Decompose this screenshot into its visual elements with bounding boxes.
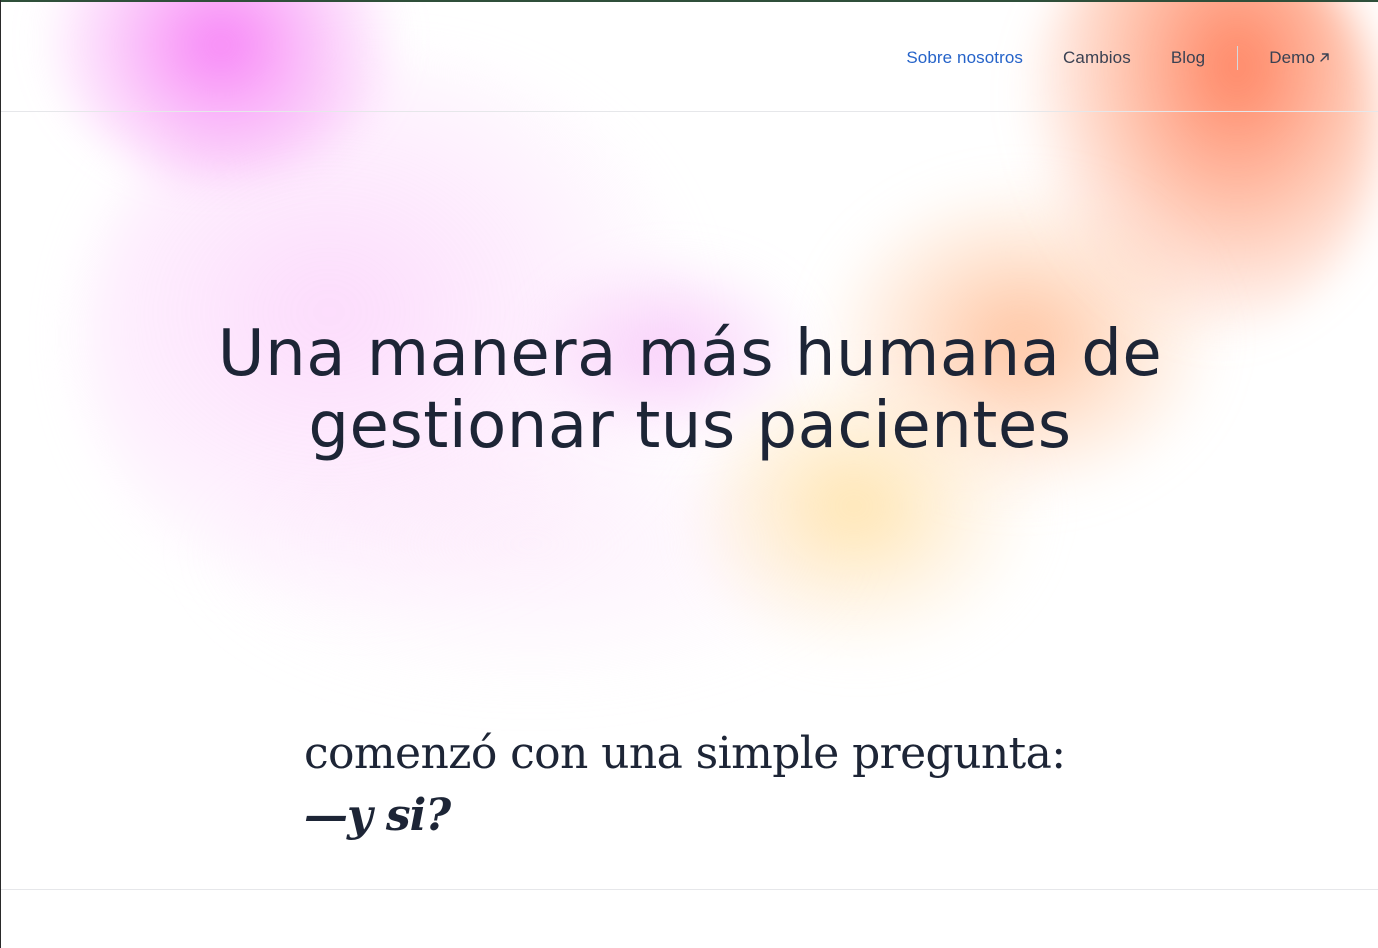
nav-divider [1237, 46, 1239, 70]
top-strip [1, 0, 1378, 2]
site-header: Sobre nosotros Cambios Blog Demo [1, 2, 1378, 112]
nav-link-changes[interactable]: Cambios [1063, 48, 1131, 68]
intro-quote: comenzó con una simple pregunta: —y si? [304, 724, 1066, 848]
section-divider [1, 889, 1378, 890]
nav-link-blog[interactable]: Blog [1171, 48, 1205, 68]
arrow-up-right-icon [1320, 52, 1329, 62]
page: Sobre nosotros Cambios Blog Demo Una man… [0, 0, 1378, 948]
gradient-soft-blob [181, 440, 881, 700]
hero-title-line1: Una manera más humana de [217, 317, 1163, 391]
quote-line2: —y si? [304, 790, 451, 841]
nav-link-about[interactable]: Sobre nosotros [906, 48, 1023, 68]
hero-title-line2: gestionar tus pacientes [308, 389, 1072, 463]
quote-line1: comenzó con una simple pregunta: [304, 728, 1066, 779]
hero-title: Una manera más humana de gestionar tus p… [1, 318, 1378, 462]
main-nav: Sobre nosotros Cambios Blog Demo [906, 46, 1331, 70]
nav-link-demo[interactable]: Demo [1269, 48, 1331, 68]
demo-label: Demo [1269, 48, 1315, 67]
